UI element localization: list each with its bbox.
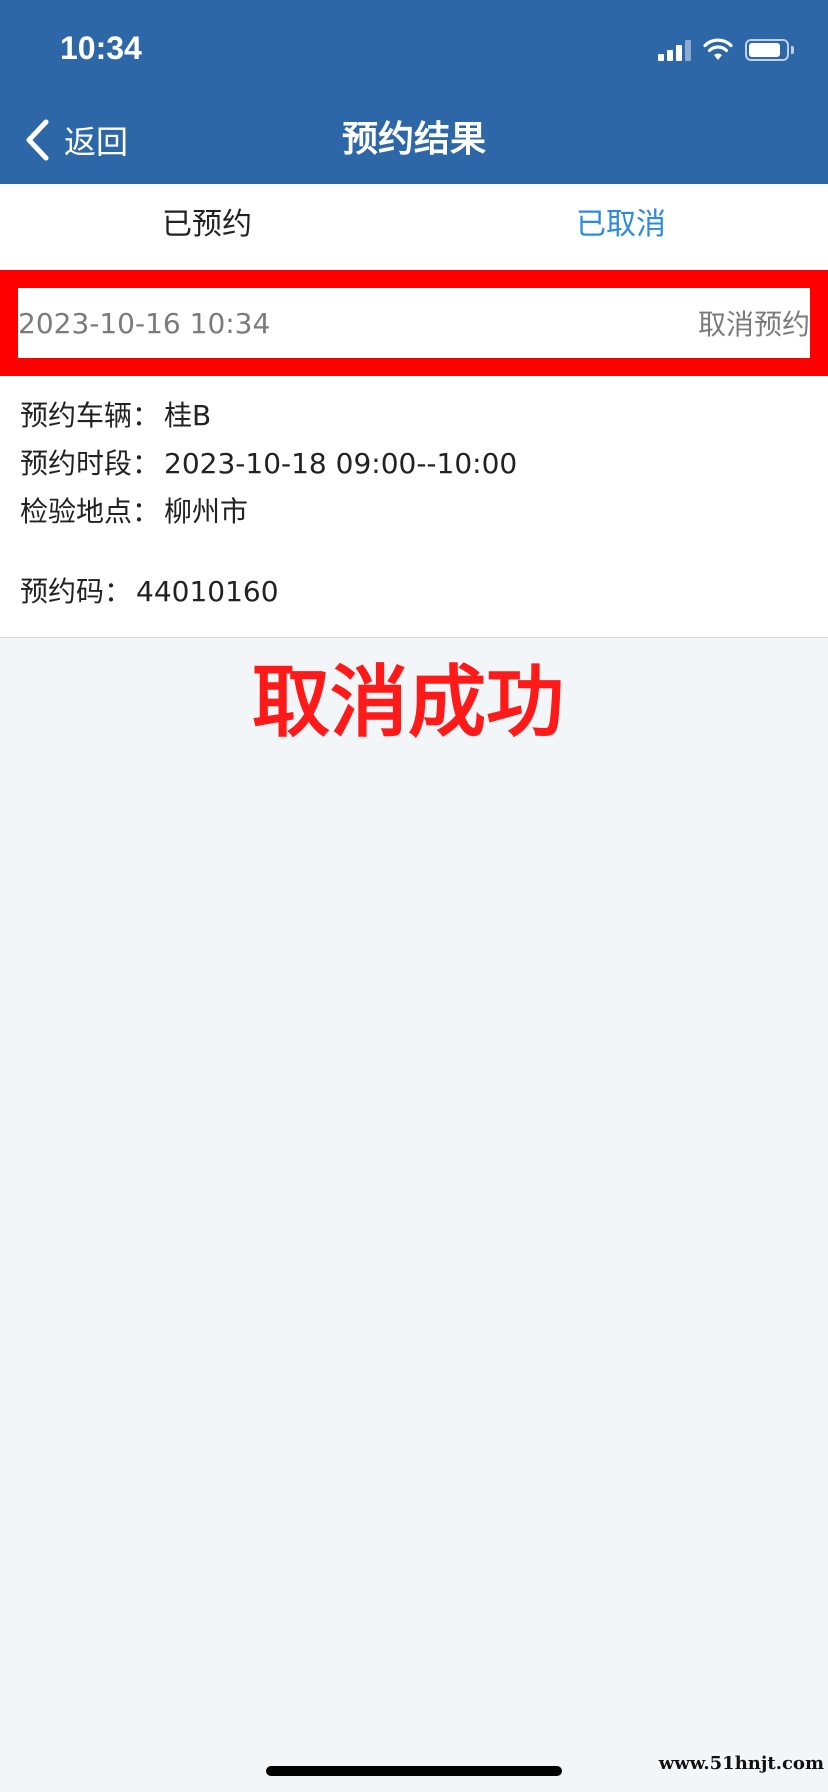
cellular-signal-icon: [658, 39, 691, 61]
code-label: 预约码：: [20, 575, 133, 608]
cancel-appointment-button[interactable]: 取消预约: [698, 303, 810, 343]
location-row: 检验地点： 柳州市: [20, 490, 248, 530]
status-time: 10:34: [60, 30, 142, 66]
home-indicator: [266, 1766, 562, 1776]
code-value: 44010160: [136, 575, 279, 608]
created-timestamp: 2023-10-16 10:34: [18, 306, 271, 340]
page-title: 预约结果: [341, 119, 486, 160]
location-value: 柳州市: [164, 495, 249, 528]
timeslot-value: 2023-10-18 09:00--10:00: [164, 447, 518, 480]
timeslot-label: 预约时段：: [20, 447, 161, 480]
app-header: 10:34 返回 预约结果: [0, 0, 828, 184]
tab-bar: 已预约 已取消: [0, 184, 828, 274]
vehicle-row: 预约车辆： 桂B: [20, 394, 211, 434]
location-label: 检验地点：: [20, 495, 161, 528]
vehicle-value: 桂B: [164, 399, 212, 432]
appointment-header-row: 2023-10-16 10:34 取消预约: [18, 288, 810, 358]
watermark: www.51hnjt.com: [658, 1753, 824, 1774]
cancel-success-annotation: 取消成功: [252, 658, 565, 748]
battery-icon: [745, 39, 794, 61]
wifi-icon: [703, 38, 733, 60]
appointment-card: 2023-10-16 10:34 取消预约 预约车辆： 桂B 预约时段： 2023-…: [0, 270, 828, 638]
tab-cancelled[interactable]: 已取消: [414, 184, 828, 274]
code-row: 预约码： 44010160: [20, 570, 279, 610]
tab-booked[interactable]: 已预约: [0, 184, 414, 270]
vehicle-label: 预约车辆：: [20, 399, 161, 432]
status-icons: [658, 36, 794, 64]
timeslot-row: 预约时段： 2023-10-18 09:00--10:00: [20, 442, 517, 482]
